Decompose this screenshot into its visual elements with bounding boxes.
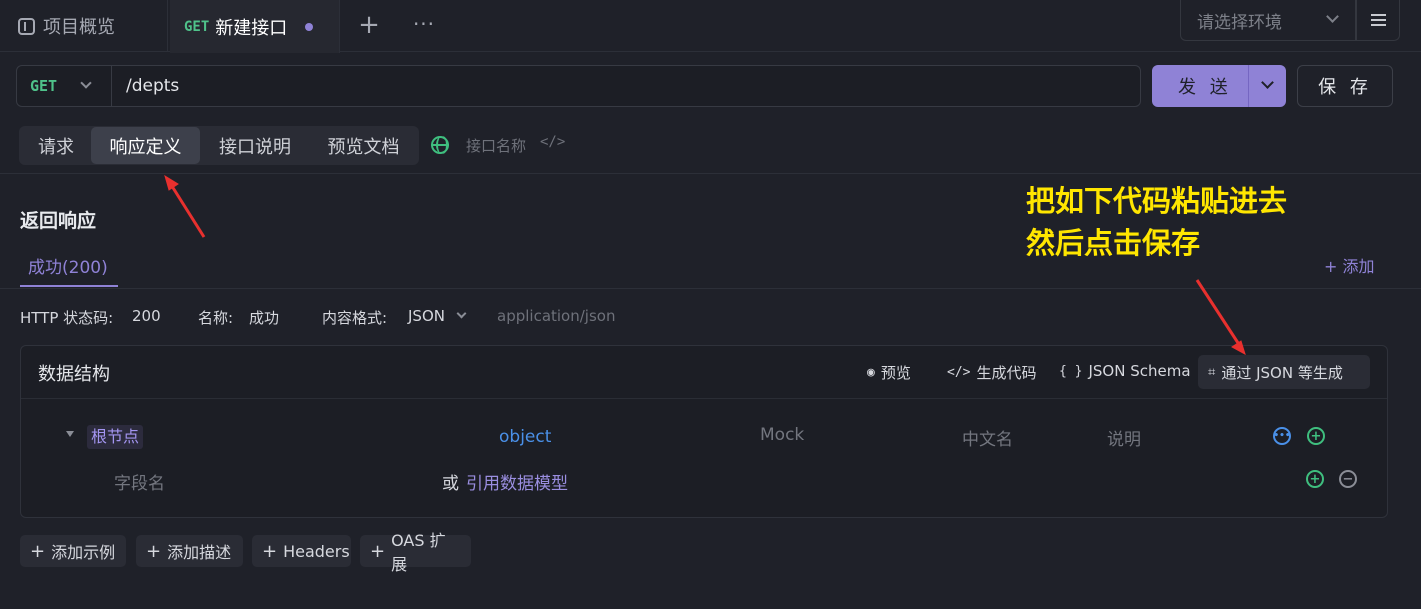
annotation-arrows [164,174,1246,356]
arrow-to-response-tab [164,174,206,238]
arrow-to-gen-json [1195,279,1246,356]
